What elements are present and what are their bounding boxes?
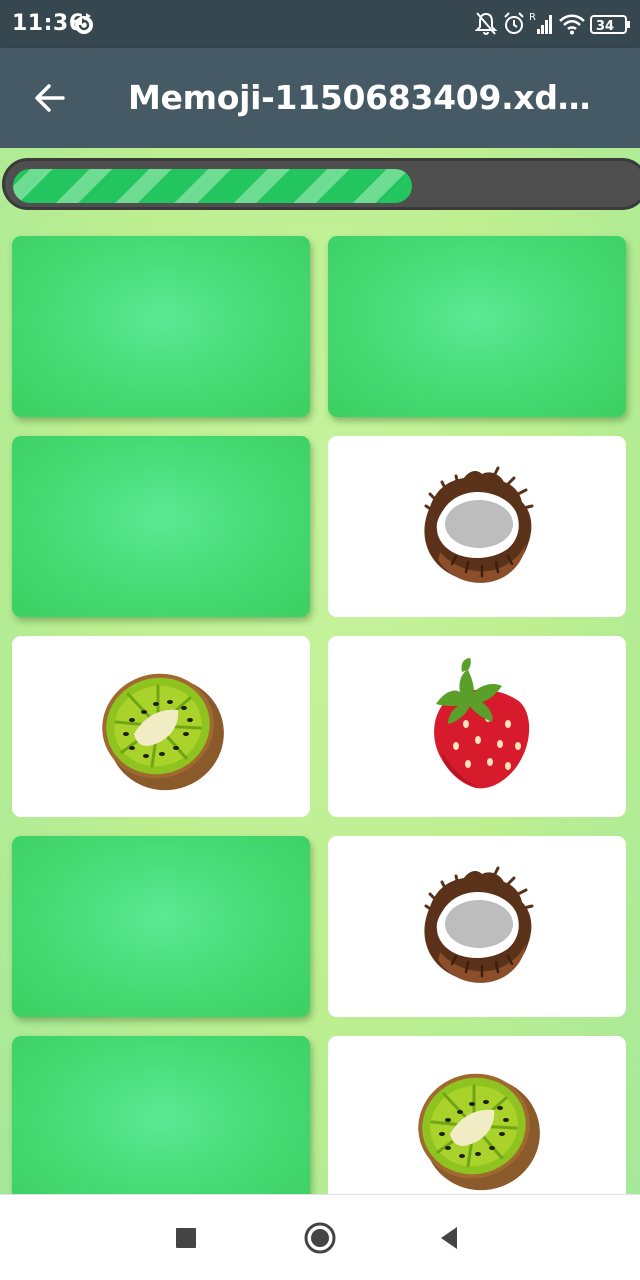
wifi-icon [559, 14, 585, 35]
memory-card-hidden[interactable] [12, 836, 310, 1017]
memory-card-revealed[interactable] [328, 836, 626, 1017]
recents-button[interactable] [161, 1213, 211, 1263]
strawberry-icon [402, 652, 552, 802]
kiwi-icon [402, 1052, 552, 1195]
roaming-badge: R [529, 12, 536, 23]
memory-card-revealed[interactable] [328, 1036, 626, 1194]
coconut-icon [402, 452, 552, 602]
progress-fill [13, 169, 412, 203]
navigation-bar [0, 1194, 640, 1280]
app-title: Memoji-1150683409.xdc –... [128, 78, 598, 117]
cell-signal-icon: R [529, 12, 552, 34]
app-bar: Memoji-1150683409.xdc –... [0, 48, 640, 148]
status-bar: 11:36 R 34 [0, 0, 640, 48]
sync-icon [75, 13, 93, 34]
back-button[interactable] [22, 70, 78, 126]
battery-level: 34 [596, 19, 614, 34]
memory-card-revealed[interactable] [328, 636, 626, 817]
kiwi-icon [86, 652, 236, 802]
coconut-icon [402, 852, 552, 1002]
battery-icon: 34 [590, 15, 630, 34]
nav-back-button[interactable] [425, 1213, 475, 1263]
home-button[interactable] [295, 1213, 345, 1263]
memory-card-hidden[interactable] [12, 236, 310, 417]
memory-card-hidden[interactable] [12, 436, 310, 617]
game-area [0, 148, 640, 1194]
memory-card-revealed[interactable] [328, 436, 626, 617]
memory-card-hidden[interactable] [328, 236, 626, 417]
memory-card-revealed[interactable] [12, 636, 310, 817]
home-circle-icon [304, 1222, 336, 1254]
notifications-off-icon [474, 12, 498, 35]
back-triangle-icon [441, 1227, 457, 1249]
progress-bar [2, 158, 640, 210]
alarm-icon [504, 12, 524, 34]
arrow-back-icon [35, 84, 65, 112]
memory-card-hidden[interactable] [12, 1036, 310, 1194]
recents-square-icon [176, 1228, 196, 1248]
